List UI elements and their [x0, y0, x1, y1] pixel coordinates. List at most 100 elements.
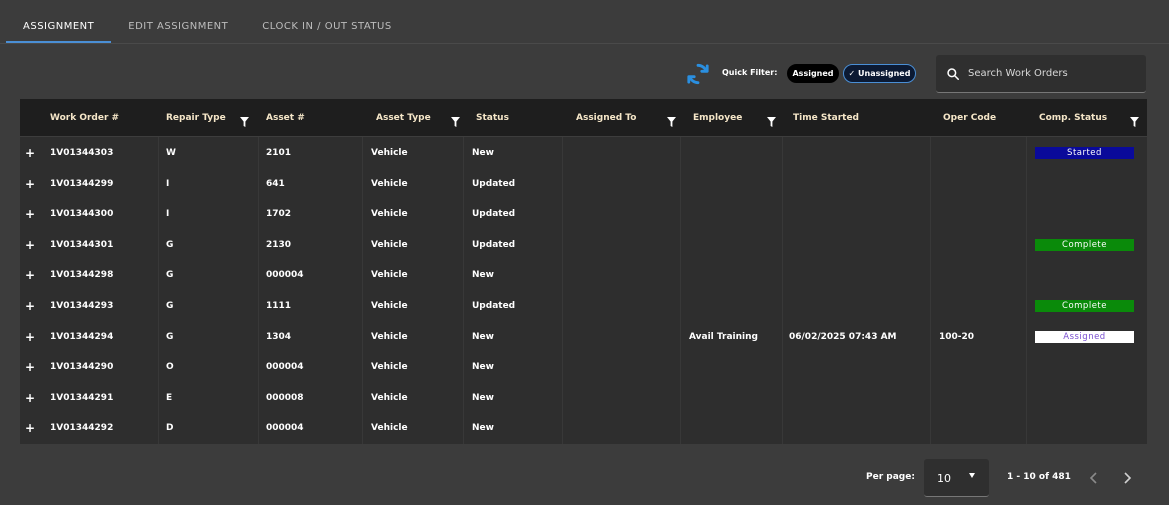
- quick-filter-label: Quick Filter:: [722, 68, 778, 77]
- refresh-icon[interactable]: [685, 61, 711, 87]
- work-order-grid: Work Order # Repair Type Asset # Asset T…: [20, 99, 1147, 444]
- expand-icon[interactable]: +: [25, 352, 35, 382]
- cell-status: New: [472, 423, 494, 434]
- search-input[interactable]: [968, 55, 1138, 91]
- cell-status: New: [472, 362, 494, 373]
- cell-repair-type: G: [166, 301, 174, 311]
- filter-chip-assigned[interactable]: Assigned: [787, 64, 839, 83]
- cell-repair-type: D: [166, 423, 174, 434]
- header-comp-status[interactable]: Comp. Status: [1039, 99, 1107, 137]
- tab-edit-assignment[interactable]: EDIT ASSIGNMENT: [111, 12, 245, 43]
- expand-icon[interactable]: +: [25, 169, 35, 199]
- cell-status: New: [472, 148, 494, 158]
- per-page-value: 10: [937, 472, 951, 485]
- cell-work-order: 1V01344303: [50, 148, 114, 158]
- cell-work-order: 1V01344301: [50, 239, 114, 250]
- table-row[interactable]: + 1V01344303 W 2101 Vehicle New Started: [20, 138, 1147, 168]
- cell-status: New: [472, 270, 494, 281]
- table-row[interactable]: + 1V01344290 O 000004 Vehicle New: [20, 352, 1147, 382]
- cell-repair-type: G: [166, 239, 174, 250]
- page-range: 1 - 10 of 481: [1007, 472, 1071, 482]
- filter-icon[interactable]: [667, 112, 676, 131]
- filter-icon[interactable]: [1130, 112, 1139, 131]
- cell-asset-type: Vehicle: [371, 270, 408, 281]
- cell-oper-code: 100-20: [939, 331, 975, 342]
- chevron-right-icon[interactable]: [1119, 470, 1135, 486]
- header-asset-number[interactable]: Asset #: [266, 99, 305, 137]
- expand-icon[interactable]: +: [25, 138, 35, 168]
- table-row[interactable]: + 1V01344300 I 1702 Vehicle Updated: [20, 199, 1147, 229]
- expand-icon[interactable]: +: [25, 322, 35, 352]
- cell-asset-type: Vehicle: [371, 392, 408, 403]
- caret-down-icon: [969, 473, 975, 478]
- table-row[interactable]: + 1V01344293 G 1111 Vehicle Updated Comp…: [20, 291, 1147, 321]
- cell-asset-type: Vehicle: [371, 301, 408, 311]
- filter-chip-unassigned[interactable]: ✓ Unassigned: [843, 64, 916, 83]
- cell-repair-type: G: [166, 270, 174, 281]
- status-badge: [1035, 392, 1134, 404]
- expand-icon[interactable]: +: [25, 383, 35, 413]
- cell-asset-type: Vehicle: [371, 423, 408, 434]
- cell-status: Updated: [472, 178, 516, 189]
- search-box: [936, 55, 1146, 93]
- status-badge: Started: [1035, 147, 1134, 159]
- cell-repair-type: O: [166, 362, 174, 373]
- table-row[interactable]: + 1V01344299 I 641 Vehicle Updated: [20, 169, 1147, 199]
- tab-bar: ASSIGNMENT EDIT ASSIGNMENT CLOCK IN / OU…: [6, 12, 409, 44]
- table-row[interactable]: + 1V01344291 E 000008 Vehicle New: [20, 383, 1147, 413]
- cell-asset-type: Vehicle: [371, 362, 408, 373]
- pagination: Per page: 10 1 - 10 of 481: [0, 458, 1169, 498]
- cell-status: New: [472, 331, 494, 342]
- header-work-order[interactable]: Work Order #: [50, 99, 119, 137]
- cell-asset-number: 000004: [266, 362, 304, 373]
- cell-asset-number: 2130: [266, 239, 292, 250]
- status-badge: [1035, 422, 1134, 434]
- expand-icon[interactable]: +: [25, 291, 35, 321]
- filter-icon[interactable]: [767, 112, 776, 131]
- header-status[interactable]: Status: [476, 99, 509, 137]
- cell-asset-number: 2101: [266, 148, 292, 158]
- search-icon: [947, 68, 960, 81]
- cell-status: Updated: [472, 301, 516, 311]
- filter-icon[interactable]: [451, 112, 460, 131]
- cell-asset-type: Vehicle: [371, 331, 408, 342]
- table-row[interactable]: + 1V01344301 G 2130 Vehicle Updated Comp…: [20, 230, 1147, 260]
- expand-icon[interactable]: +: [25, 413, 35, 443]
- cell-work-order: 1V01344291: [50, 392, 114, 403]
- header-time-started[interactable]: Time Started: [793, 99, 859, 137]
- cell-asset-type: Vehicle: [371, 209, 408, 220]
- table-row[interactable]: + 1V01344292 D 000004 Vehicle New: [20, 413, 1147, 443]
- expand-icon[interactable]: +: [25, 199, 35, 229]
- expand-icon[interactable]: +: [25, 230, 35, 260]
- header-asset-type[interactable]: Asset Type: [376, 99, 431, 137]
- chevron-left-icon[interactable]: [1086, 470, 1102, 486]
- header-assigned-to[interactable]: Assigned To: [576, 99, 636, 137]
- status-badge: [1035, 208, 1134, 220]
- status-badge: [1035, 178, 1134, 190]
- header-employee[interactable]: Employee: [693, 99, 742, 137]
- cell-asset-type: Vehicle: [371, 178, 408, 189]
- cell-asset-number: 1111: [266, 301, 292, 311]
- cell-work-order: 1V01344292: [50, 423, 114, 434]
- tab-clock-status[interactable]: CLOCK IN / OUT STATUS: [245, 12, 408, 43]
- expand-icon[interactable]: +: [25, 260, 35, 290]
- cell-asset-number: 1304: [266, 331, 292, 342]
- filter-icon[interactable]: [240, 112, 249, 131]
- cell-asset-type: Vehicle: [371, 148, 408, 158]
- status-badge: [1035, 361, 1134, 373]
- table-row[interactable]: + 1V01344294 G 1304 Vehicle New Avail Tr…: [20, 322, 1147, 352]
- cell-time-started: 06/02/2025 07:43 AM: [789, 331, 897, 342]
- per-page-select[interactable]: 10: [924, 459, 989, 497]
- header-repair-type[interactable]: Repair Type: [166, 99, 226, 137]
- cell-asset-type: Vehicle: [371, 239, 408, 250]
- cell-repair-type: I: [166, 178, 170, 189]
- cell-work-order: 1V01344293: [50, 301, 114, 311]
- cell-work-order: 1V01344294: [50, 331, 114, 342]
- header-oper-code[interactable]: Oper Code: [943, 99, 996, 137]
- per-page-label: Per page:: [866, 472, 915, 482]
- cell-status: Updated: [472, 209, 516, 220]
- cell-employee: Avail Training: [689, 331, 758, 342]
- status-badge: Complete: [1035, 300, 1134, 312]
- table-row[interactable]: + 1V01344298 G 000004 Vehicle New: [20, 260, 1147, 290]
- tab-assignment[interactable]: ASSIGNMENT: [6, 12, 112, 43]
